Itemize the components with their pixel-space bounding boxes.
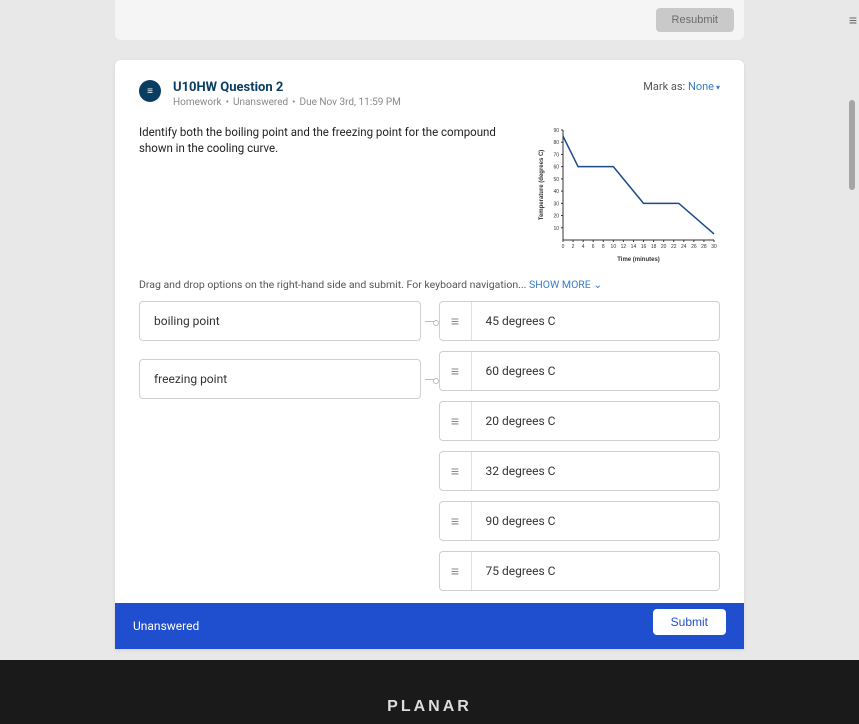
- drag-handle-icon[interactable]: ≡: [440, 552, 472, 590]
- drag-handle-icon[interactable]: ≡: [440, 452, 472, 490]
- svg-text:70: 70: [553, 152, 559, 158]
- drop-target[interactable]: boiling point: [139, 301, 421, 341]
- menu-icon[interactable]: ≡: [849, 12, 857, 29]
- drag-instruction: Drag and drop options on the right-hand …: [139, 278, 720, 291]
- drag-handle-icon[interactable]: ≡: [440, 502, 472, 540]
- option-label: 75 degrees C: [472, 564, 570, 578]
- svg-text:12: 12: [621, 244, 627, 250]
- previous-question-footer: Resubmit: [115, 0, 744, 40]
- draggable-option[interactable]: ≡90 degrees C: [439, 501, 721, 541]
- draggable-option[interactable]: ≡75 degrees C: [439, 551, 721, 591]
- svg-text:30: 30: [553, 201, 559, 207]
- draggable-option[interactable]: ≡32 degrees C: [439, 451, 721, 491]
- svg-text:18: 18: [651, 244, 657, 250]
- svg-text:20: 20: [553, 214, 559, 220]
- option-label: 45 degrees C: [472, 314, 570, 328]
- drop-target[interactable]: freezing point: [139, 359, 421, 399]
- question-subtitle: Homework•Unanswered•Due Nov 3rd, 11:59 P…: [173, 97, 401, 108]
- svg-text:60: 60: [553, 165, 559, 171]
- svg-text:16: 16: [641, 244, 647, 250]
- monitor-brand-label: PLANAR: [0, 698, 859, 716]
- mark-as-control[interactable]: Mark as: None: [643, 80, 720, 93]
- browser-side-icons: ≡: [849, 12, 857, 49]
- option-label: 32 degrees C: [472, 464, 570, 478]
- question-type-icon: ≡: [139, 80, 161, 102]
- svg-text:0: 0: [562, 244, 565, 250]
- draggable-option[interactable]: ≡20 degrees C: [439, 401, 721, 441]
- svg-text:28: 28: [701, 244, 707, 250]
- drag-handle-icon[interactable]: ≡: [440, 302, 472, 340]
- svg-text:14: 14: [631, 244, 637, 250]
- svg-text:20: 20: [661, 244, 667, 250]
- question-card: ≡ U10HW Question 2 Homework•Unanswered•D…: [115, 60, 744, 649]
- footer-status: Unanswered: [133, 619, 199, 633]
- svg-text:10: 10: [611, 244, 617, 250]
- svg-text:2: 2: [572, 244, 575, 250]
- svg-text:22: 22: [671, 244, 677, 250]
- draggable-option[interactable]: ≡60 degrees C: [439, 351, 721, 391]
- option-label: 90 degrees C: [472, 514, 570, 528]
- svg-text:80: 80: [553, 140, 559, 146]
- option-label: 20 degrees C: [472, 414, 570, 428]
- svg-text:24: 24: [681, 244, 687, 250]
- drag-handle-icon[interactable]: ≡: [440, 402, 472, 440]
- svg-text:10: 10: [553, 226, 559, 232]
- question-prompt: Identify both the boiling point and the …: [139, 124, 515, 264]
- svg-text:Time (minutes): Time (minutes): [617, 257, 660, 263]
- svg-text:50: 50: [553, 177, 559, 183]
- show-more-link[interactable]: SHOW MORE: [529, 278, 602, 291]
- cooling-curve-chart: 1020304050607080900246810121416182022242…: [535, 124, 720, 264]
- svg-text:4: 4: [582, 244, 585, 250]
- svg-text:90: 90: [553, 128, 559, 134]
- draggable-option[interactable]: ≡45 degrees C: [439, 301, 721, 341]
- svg-text:Temperature (degrees C): Temperature (degrees C): [539, 150, 545, 221]
- question-title: U10HW Question 2: [173, 80, 401, 95]
- connector-icon: [425, 379, 435, 380]
- svg-text:6: 6: [592, 244, 595, 250]
- svg-text:40: 40: [553, 189, 559, 195]
- drag-handle-icon[interactable]: ≡: [440, 352, 472, 390]
- svg-text:30: 30: [711, 244, 717, 250]
- option-label: 60 degrees C: [472, 364, 570, 378]
- question-footer: Unanswered Submit: [115, 603, 744, 649]
- svg-text:8: 8: [602, 244, 605, 250]
- scrollbar-thumb[interactable]: [849, 100, 855, 190]
- target-label: freezing point: [139, 359, 421, 399]
- target-label: boiling point: [139, 301, 421, 341]
- submit-button[interactable]: Submit: [653, 609, 726, 635]
- resubmit-button[interactable]: Resubmit: [656, 8, 734, 32]
- connector-icon: [425, 321, 435, 322]
- svg-text:26: 26: [691, 244, 697, 250]
